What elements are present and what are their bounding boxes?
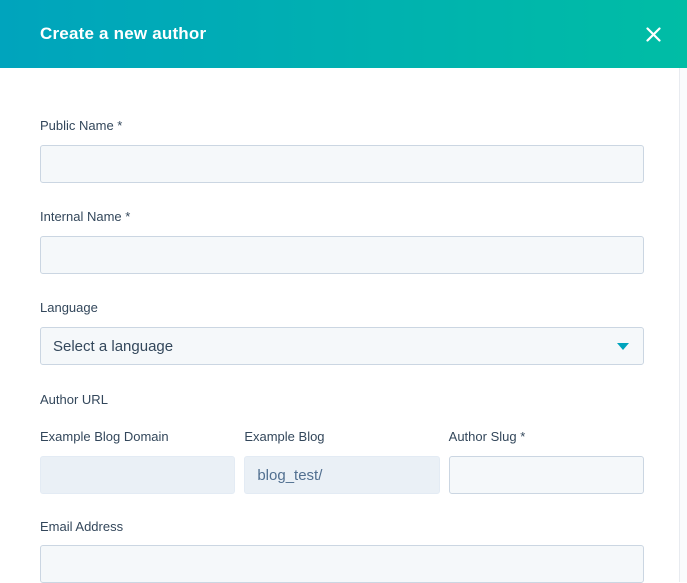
author-col-blog-domain: Example Blog Domain	[40, 429, 235, 494]
author-slug-input[interactable]	[449, 456, 644, 494]
create-author-modal: Create a new author Public Name * Intern…	[0, 0, 687, 582]
author-col-example-blog: Example Blog	[244, 429, 439, 494]
author-url-label: Author URL	[40, 392, 644, 407]
modal-title: Create a new author	[40, 24, 206, 44]
internal-name-label: Internal Name *	[40, 209, 644, 224]
language-select[interactable]: Select a language	[40, 327, 644, 365]
example-blog-domain-label: Example Blog Domain	[40, 429, 235, 444]
close-button[interactable]	[641, 22, 665, 46]
modal-header: Create a new author	[0, 0, 687, 68]
author-col-author-slug: Author Slug *	[449, 429, 644, 494]
field-group-language: Language Select a language	[40, 300, 644, 365]
author-url-row: Example Blog Domain Example Blog Author …	[40, 429, 644, 494]
close-icon	[646, 27, 661, 42]
internal-name-input[interactable]	[40, 236, 644, 274]
field-group-public-name: Public Name *	[40, 118, 644, 183]
language-label: Language	[40, 300, 644, 315]
example-blog-label: Example Blog	[244, 429, 439, 444]
email-address-label: Email Address	[40, 519, 644, 534]
field-group-internal-name: Internal Name *	[40, 209, 644, 274]
modal-body: Public Name * Internal Name * Language S…	[0, 68, 687, 583]
example-blog-input	[244, 456, 439, 494]
chevron-down-icon	[617, 343, 629, 350]
language-selected-value: Select a language	[53, 338, 173, 355]
email-address-input[interactable]	[40, 545, 644, 583]
field-group-author-url: Author URL Example Blog Domain Example B…	[40, 392, 644, 494]
field-group-email: Email Address	[40, 519, 644, 583]
public-name-input[interactable]	[40, 145, 644, 183]
public-name-label: Public Name *	[40, 118, 644, 133]
scrollbar-track[interactable]	[679, 68, 687, 582]
author-slug-label: Author Slug *	[449, 429, 644, 444]
example-blog-domain-input	[40, 456, 235, 494]
